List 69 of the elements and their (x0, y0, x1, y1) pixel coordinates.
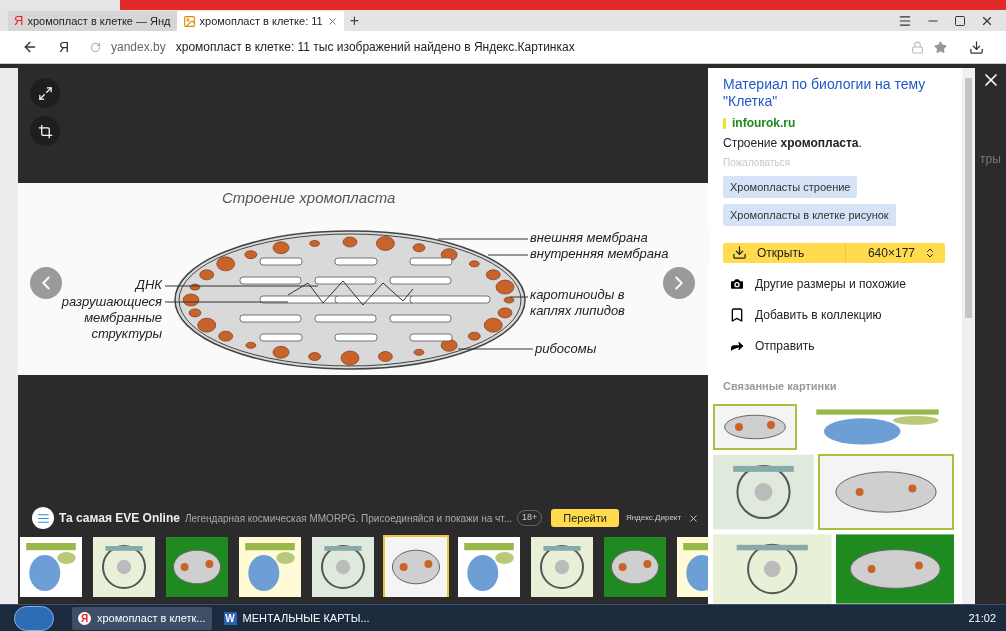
diagram-label: внутренняя мембрана (530, 246, 710, 262)
background-text: тры (980, 151, 1001, 168)
source-title-link[interactable]: Материал по биологии на тему "Клетка" (723, 76, 954, 110)
ad-icon (32, 507, 54, 529)
next-button[interactable] (663, 267, 695, 299)
fullscreen-button[interactable] (30, 78, 60, 108)
taskbar-button[interactable]: Я хромопласт в клетк... (72, 606, 212, 630)
url-domain[interactable]: yandex.by (111, 38, 166, 56)
thumbnail[interactable] (237, 535, 303, 597)
ad-title[interactable]: Та самая EVE Online (59, 509, 180, 527)
page-title: хромопласт в клетке: 11 тыс изображений найдено в Яндекс.Картинках (175, 39, 575, 56)
download-icon[interactable] (969, 39, 984, 55)
clock: 21:02 (968, 610, 996, 626)
thumbnail[interactable] (310, 535, 376, 597)
image-size[interactable]: 640×177 (867, 243, 915, 262)
scrollbar[interactable] (962, 68, 975, 604)
task-label: МЕНТАЛЬНЫЕ КАРТЫ... (242, 610, 370, 626)
tab-title: хромопласт в клетке: 11 (199, 13, 323, 29)
crop-button[interactable] (30, 116, 60, 146)
taskbar-button[interactable]: W МЕНТАЛЬНЫЕ КАРТЫ... (217, 606, 376, 630)
thumbnail[interactable] (383, 535, 449, 597)
ad-text: Легендарная космическая MMORPG. Присоединяйся и покажи на чт... (184, 511, 513, 526)
menu-icon[interactable] (898, 14, 912, 28)
up-down-icon[interactable] (924, 246, 936, 259)
yandex-logo[interactable]: Я (52, 36, 76, 58)
open-button[interactable]: Открыть 640×177 (723, 243, 945, 263)
browser-tab[interactable]: хромопласт в клетке: 11 (176, 11, 344, 31)
maximize-icon[interactable] (954, 15, 966, 27)
leader-line (487, 254, 529, 256)
thumbnail[interactable] (529, 535, 595, 597)
browser-tab[interactable]: Я хромопласт в клетке — Янд (8, 11, 177, 31)
picture-icon (182, 14, 196, 28)
diagram-label: внешняя мембрана (530, 230, 710, 246)
diagram-title: Строение хромопласта (222, 188, 396, 208)
related-title: Связанные картинки (723, 378, 838, 394)
bookmark-icon (729, 307, 745, 323)
go-button[interactable]: Перейти (551, 509, 619, 527)
thumbnail[interactable] (456, 535, 522, 597)
thumbnail[interactable] (91, 535, 157, 597)
action-link[interactable]: Отправить (755, 337, 815, 355)
app-icon: W (223, 611, 237, 625)
new-tab-button[interactable]: + (343, 11, 366, 31)
start-button[interactable] (14, 605, 54, 631)
tab-title: хромопласт в клетке — Янд (27, 13, 171, 29)
back-icon[interactable] (22, 39, 38, 55)
open-label: Открыть (757, 244, 805, 262)
download-icon (732, 245, 747, 261)
thumbnail[interactable] (164, 535, 230, 597)
thumbnail[interactable] (602, 535, 668, 597)
site-link[interactable]: infourok.ru (732, 114, 796, 132)
task-label: хромопласт в клетк... (97, 610, 206, 626)
tag-button[interactable]: Хромопласты строение (723, 176, 858, 198)
yandex-logo: Я (14, 12, 24, 31)
expand-icon (37, 85, 53, 101)
description: Строение хромопласта. (723, 135, 863, 152)
tag-button[interactable]: Хромопласты в клетке рисунок (723, 204, 896, 226)
site-icon (723, 117, 726, 129)
star-icon[interactable] (934, 40, 947, 54)
crop-icon (37, 123, 53, 139)
app-icon: Я (78, 611, 91, 625)
action-link[interactable]: Добавить в коллекцию (755, 306, 882, 324)
ad-source: Яндекс.Директ (625, 512, 682, 524)
previous-button[interactable] (30, 267, 62, 299)
camera-icon (729, 276, 745, 292)
thumbnail[interactable] (18, 535, 84, 597)
close-icon[interactable] (688, 512, 700, 524)
action-link[interactable]: Другие размеры и похожие (755, 275, 906, 293)
leader-line (509, 296, 529, 298)
close-icon[interactable] (980, 14, 994, 28)
